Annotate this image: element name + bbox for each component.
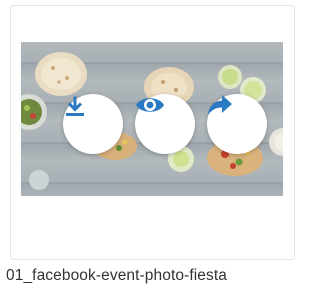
thumbnail-image[interactable]: [21, 42, 283, 196]
file-name-label: 01_facebook-event-photo-fiesta: [6, 267, 228, 284]
preview-button[interactable]: [135, 94, 195, 154]
share-button[interactable]: [207, 94, 267, 154]
hover-actions-overlay: [21, 42, 283, 196]
file-card[interactable]: [10, 5, 295, 260]
download-button[interactable]: [63, 94, 123, 154]
